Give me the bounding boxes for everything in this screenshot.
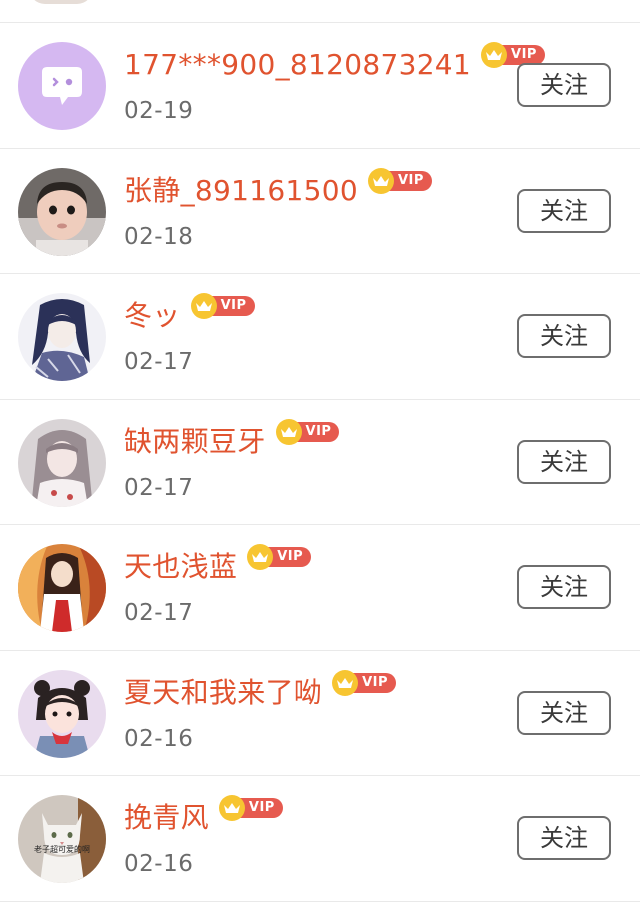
crown-icon <box>275 418 302 445</box>
crown-icon <box>190 293 217 319</box>
follow-button[interactable]: 关注 <box>517 439 611 484</box>
vip-badge: VIP <box>247 544 312 570</box>
user-name[interactable]: 夏天和我来了呦 <box>124 671 322 715</box>
list-item[interactable]: 天也浅蓝 VIP 02-17 关注 <box>0 525 640 651</box>
user-name[interactable]: 177***900_8120873241 <box>124 43 471 87</box>
user-name[interactable]: 缺两颗豆牙 <box>124 420 266 464</box>
list-item[interactable]: 177***900_8120873241 VIP 02-19 关注 <box>0 23 640 149</box>
follow-date: 02-17 <box>124 600 194 626</box>
anime-girl-white-avatar-icon[interactable] <box>18 418 106 507</box>
default-chat-avatar-icon[interactable] <box>18 42 106 130</box>
follow-date: 02-16 <box>124 851 194 877</box>
crown-icon <box>332 669 359 696</box>
vip-badge: VIP <box>190 293 255 319</box>
follow-date: 02-16 <box>124 725 194 752</box>
follower-list: 177***900_8120873241 VIP 02-19 关注 张静_891… <box>0 23 640 902</box>
user-name[interactable]: 挽青风 <box>124 796 209 840</box>
user-name[interactable]: 张静_891161500 <box>124 169 358 213</box>
list-item[interactable]: 张静_891161500 VIP 02-18 关注 <box>0 149 640 274</box>
crown-icon <box>367 167 394 194</box>
follow-button[interactable]: 关注 <box>517 690 611 735</box>
anime-girl-kimono-avatar-icon[interactable] <box>18 544 106 632</box>
avatar <box>29 0 93 4</box>
follow-button[interactable]: 关注 <box>517 816 611 860</box>
list-item[interactable]: 冬ッ VIP 02-17 关注 <box>0 274 640 400</box>
crown-icon <box>481 42 508 68</box>
user-name[interactable]: 冬ッ <box>124 294 181 338</box>
vip-badge: VIP <box>218 795 283 821</box>
follow-date: 02-17 <box>124 474 194 501</box>
list-item[interactable]: 缺两颗豆牙 VIP 02-17 关注 <box>0 400 640 525</box>
girl-cartoon-avatar-icon[interactable] <box>18 669 106 758</box>
crown-icon <box>218 795 245 821</box>
list-item[interactable]: 夏天和我来了呦 VIP 02-16 关注 <box>0 651 640 776</box>
follow-date: 02-17 <box>124 349 194 375</box>
follow-date: 02-18 <box>124 223 194 250</box>
follow-date: 02-19 <box>124 98 194 124</box>
follow-button[interactable]: 关注 <box>517 63 611 107</box>
vip-badge: VIP <box>275 418 340 445</box>
vip-badge: VIP <box>367 167 432 194</box>
user-name[interactable]: 天也浅蓝 <box>124 545 237 589</box>
follow-button[interactable]: 关注 <box>517 314 611 358</box>
list-item[interactable]: 老子超可爱的啊 挽青风 VIP 02-16 关注 <box>0 776 640 902</box>
vip-badge: VIP <box>332 669 397 696</box>
previous-list-item <box>0 0 640 23</box>
cat-photo-avatar-icon[interactable]: 老子超可爱的啊 <box>18 795 106 883</box>
follow-button[interactable]: 关注 <box>517 565 611 609</box>
follow-button[interactable]: 关注 <box>517 188 611 233</box>
baby-photo-avatar-icon[interactable] <box>18 167 106 256</box>
avatar-caption: 老子超可爱的啊 <box>34 844 90 854</box>
anime-girl-blue-avatar-icon[interactable] <box>18 293 106 381</box>
